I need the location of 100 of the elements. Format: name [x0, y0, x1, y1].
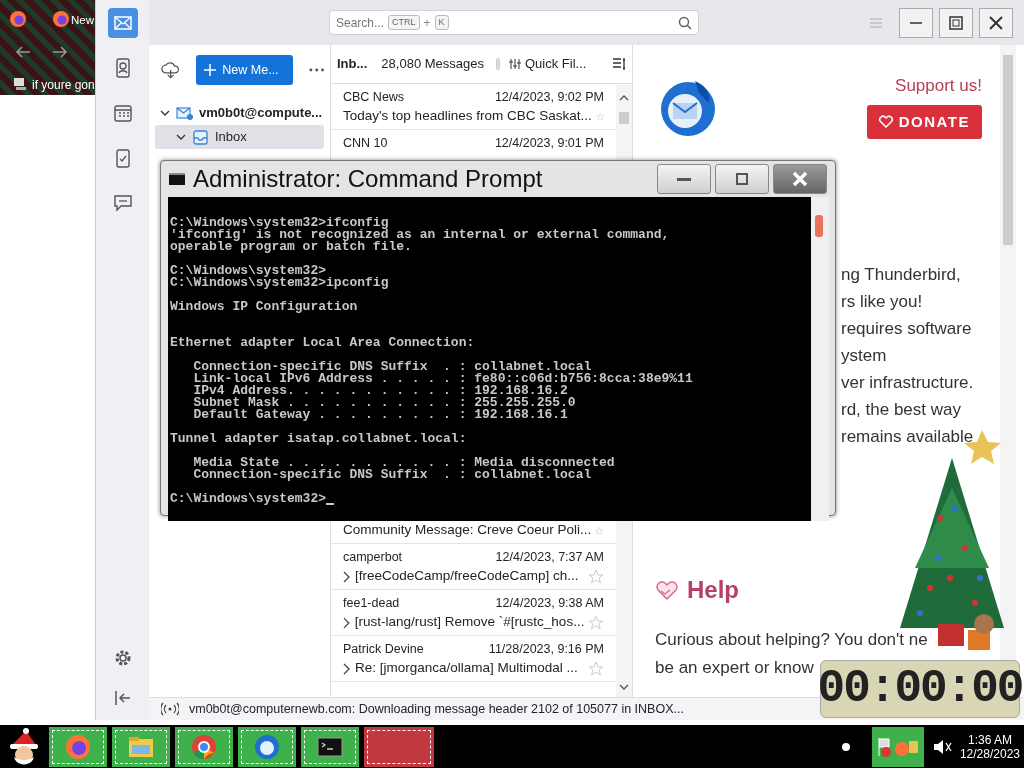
search-icon — [678, 15, 692, 30]
paragraph-line: ver infrastructure. — [841, 372, 975, 394]
message-count: 28,080 Messages — [381, 55, 484, 74]
close-button[interactable] — [979, 7, 1013, 38]
computer-icon — [13, 77, 27, 91]
inbox-icon — [192, 128, 210, 146]
new-message-button[interactable]: New Me... — [196, 55, 293, 85]
console-line: IPv4 Address. . . . . . . . . . . : 192.168.16.2 — [192, 385, 568, 397]
collapse-icon[interactable] — [113, 690, 132, 706]
message-date: 12/4/2023, 7:37 AM — [495, 549, 604, 566]
message-date: 12/4/2023, 9:01 PM — [494, 135, 604, 152]
star-icon[interactable] — [588, 614, 604, 631]
console-line: Ethernet adapter Local Area Connection: — [170, 337, 476, 349]
scroll-up-icon[interactable] — [619, 93, 629, 102]
console-icon — [169, 173, 185, 185]
search-field[interactable]: Search... — [336, 13, 384, 32]
account-mail-icon — [176, 104, 194, 122]
close-icon — [792, 171, 808, 187]
thread-chevron-icon[interactable] — [343, 662, 351, 675]
console-line: Connection-specific DNS Suffix . : collabnet.local — [192, 361, 592, 373]
bookmark-link[interactable]: if youre gon — [32, 76, 95, 94]
minimize-button[interactable] — [657, 164, 711, 194]
plus-sign: + — [423, 14, 431, 32]
message-subject[interactable]: Re: [jmorganca/ollama] Multimodal ... — [355, 658, 584, 679]
console-line: Media State . . . . . . . . . . . : Media disconnected — [192, 457, 616, 469]
thread-chevron-icon[interactable] — [343, 616, 351, 629]
console-line: Subnet Mask . . . . . . . . . . . : 255.255.255.0 — [192, 397, 577, 409]
sender-name: fee1-dead — [343, 595, 400, 612]
console-line: C:\Windows\system32>ipconfig — [170, 277, 390, 289]
scroll-down-icon[interactable] — [619, 683, 629, 691]
message-subject[interactable]: Community Message: Creve Coeur Poli... — [343, 520, 592, 541]
help-text-line: be an expert or know — [655, 657, 814, 679]
paragraph-line: ng Thunderbird, — [841, 264, 962, 286]
back-arrow-icon[interactable] — [15, 46, 31, 58]
toggle-switch[interactable] — [495, 58, 500, 70]
minimize-button[interactable] — [899, 7, 933, 38]
maximize-button[interactable] — [939, 7, 973, 38]
help-heading: Help — [687, 575, 739, 605]
support-text: Support us! — [895, 75, 982, 97]
maximize-button[interactable] — [715, 164, 769, 194]
message-date: 12/4/2023, 9:02 PM — [494, 89, 604, 106]
console-line: C:\Windows\system32> — [170, 493, 809, 505]
clock-time: 1:36 AM — [966, 732, 1013, 747]
console-line: C:\Windows\system32> — [170, 265, 327, 277]
tray-icons[interactable] — [871, 726, 924, 767]
console-line: C:\Windows\system32>ifconfig — [170, 217, 390, 229]
console-line: operable program or batch file. — [170, 241, 413, 253]
message-subject[interactable]: Today's top headlines from CBC Saskat... — [343, 106, 592, 127]
key-cap: K — [434, 14, 449, 31]
taskbar-button[interactable] — [301, 726, 359, 767]
taskbar-button[interactable] — [112, 726, 170, 767]
console-line: Default Gateway . . . . . . . . . : 192.168.16.1 — [192, 409, 569, 421]
folder-item[interactable]: Inbox — [155, 125, 324, 149]
paragraph-line: ystem — [841, 345, 888, 367]
message-subject[interactable]: [rust-lang/rust] Remove `#[rustc_hos... — [354, 612, 585, 633]
calendar-icon — [111, 102, 134, 124]
layout-icon[interactable] — [612, 57, 626, 71]
dot-icon — [841, 742, 850, 751]
paragraph-line: requires software — [841, 318, 973, 340]
donate-button[interactable]: DONATE — [866, 104, 982, 139]
chrome-icon — [190, 732, 218, 761]
message-subject[interactable]: [freeCodeCamp/freeCodeCamp] ch... — [355, 566, 584, 587]
star-icon[interactable] — [588, 568, 604, 585]
scrollbar-thumb[interactable] — [815, 215, 823, 237]
console-line: 'ifconfig' is not recognized as an internal or external command, — [170, 229, 671, 241]
browser-tab-title[interactable]: New — [71, 12, 94, 30]
mail-button[interactable] — [107, 8, 138, 38]
folder-name: Inb... — [337, 55, 368, 74]
forward-arrow-icon[interactable] — [52, 46, 68, 58]
taskbar-button[interactable] — [49, 726, 107, 767]
scrollbar-thumb[interactable] — [619, 111, 629, 124]
console-line: Windows IP Configuration — [170, 301, 359, 313]
firefox-icon — [9, 10, 27, 28]
scrollbar-thumb[interactable] — [1003, 55, 1013, 245]
folder-item[interactable]: vm0b0t@compute... — [155, 101, 324, 125]
taskbar-button[interactable] — [175, 726, 233, 767]
minimize-icon — [677, 177, 691, 181]
cloud-icon[interactable] — [161, 61, 181, 79]
thread-chevron-icon[interactable] — [343, 570, 351, 583]
key-cap: CTRL — [388, 14, 420, 31]
close-button[interactable] — [773, 164, 827, 194]
taskbar-slot[interactable] — [364, 726, 434, 767]
chat-icon — [111, 192, 134, 214]
more-icon[interactable] — [308, 68, 324, 72]
sender-name: Patrick Devine — [343, 641, 424, 658]
console-line: Connection-specific DNS Suffix . : collabnet.local — [192, 469, 593, 481]
help-text-line: Curious about helping? You don't ne — [655, 629, 928, 651]
firefox-icon — [64, 732, 92, 761]
quick-filter-button[interactable]: Quick Fil... — [507, 53, 588, 75]
sender-name: CBC News — [343, 89, 405, 106]
taskbar-button[interactable] — [238, 726, 296, 767]
status-text: vm0b0t@computernewb.com: Downloading message header 2102 of 105077 in INBOX... — [189, 700, 684, 718]
message-date: 12/4/2023, 9:38 AM — [495, 595, 604, 612]
heart-hand-icon — [655, 579, 679, 601]
console-line: Tunnel adapter isatap.collabnet.local: — [170, 433, 468, 445]
firefox-icon — [52, 10, 70, 28]
maximize-icon — [736, 173, 748, 185]
sender-name: CNN 10 — [343, 135, 388, 152]
search-bar[interactable]: Search... CTRL + K — [329, 10, 699, 35]
star-icon[interactable] — [588, 660, 604, 677]
